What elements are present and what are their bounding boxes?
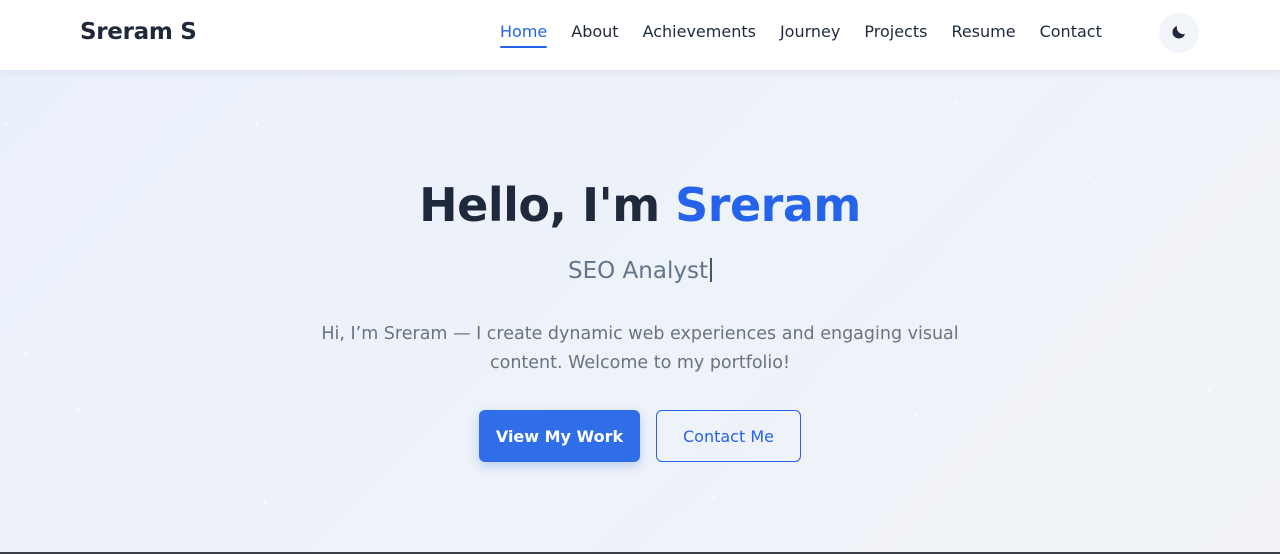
background-particle	[955, 100, 958, 103]
background-particle	[263, 501, 266, 504]
hero-description: Hi, I’m Sreram — I create dynamic web ex…	[321, 324, 959, 373]
nav-links: Home About Achievements Journey Projects…	[500, 22, 1126, 48]
nav-link-about[interactable]: About	[571, 22, 618, 48]
typing-cursor	[709, 258, 712, 282]
hero-role-text: SEO Analyst	[568, 258, 708, 284]
hero-name: Sreram	[675, 178, 861, 232]
background-particle	[255, 122, 258, 125]
background-particle	[77, 409, 80, 412]
contact-me-button[interactable]: Contact Me	[656, 410, 801, 462]
nav-link-projects[interactable]: Projects	[864, 22, 927, 48]
hero-role: SEO Analyst	[0, 258, 1280, 284]
moon-icon	[1170, 23, 1188, 44]
nav-link-journey[interactable]: Journey	[780, 22, 840, 48]
background-particle	[915, 414, 918, 417]
hero-title: Hello, I'm Sreram	[0, 178, 1280, 232]
view-my-work-button[interactable]: View My Work	[479, 410, 640, 462]
background-particle	[24, 352, 27, 355]
background-particle	[713, 496, 716, 499]
nav-link-achievements[interactable]: Achievements	[643, 22, 756, 48]
nav-link-home[interactable]: Home	[500, 22, 548, 48]
background-particle	[1208, 388, 1211, 391]
background-particle	[5, 123, 8, 126]
brand-logo[interactable]: Sreram S	[80, 19, 197, 45]
nav-link-contact[interactable]: Contact	[1040, 22, 1102, 48]
hero-greeting: Hello, I'm	[419, 178, 676, 232]
hero-section: Hello, I'm Sreram SEO Analyst Hi, I’m Sr…	[0, 70, 1280, 552]
nav-link-resume[interactable]: Resume	[951, 22, 1015, 48]
navbar: Sreram S Home About Achievements Journey…	[0, 0, 1280, 70]
theme-toggle-button[interactable]	[1159, 13, 1199, 53]
